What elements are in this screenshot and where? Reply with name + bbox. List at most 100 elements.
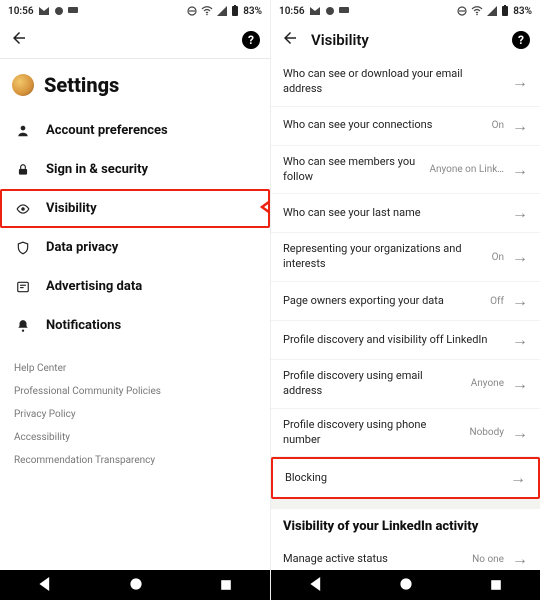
footer-accessibility[interactable]: Accessibility bbox=[14, 426, 256, 449]
row-value: No one bbox=[472, 554, 504, 565]
menu-advertising-data[interactable]: Advertising data bbox=[0, 267, 270, 306]
notif-icon bbox=[339, 7, 349, 15]
nav-recent[interactable] bbox=[490, 576, 502, 595]
m-icon bbox=[38, 6, 50, 16]
chevron-right-icon: → bbox=[512, 116, 528, 136]
back-button[interactable] bbox=[281, 29, 299, 51]
android-navbar bbox=[271, 570, 540, 600]
row-value: Off bbox=[490, 296, 504, 307]
chevron-right-icon: → bbox=[512, 203, 528, 223]
row-page-export[interactable]: Page owners exporting your data Off → bbox=[271, 282, 540, 321]
row-value: On bbox=[492, 252, 504, 263]
bell-icon bbox=[14, 319, 32, 333]
row-value: Anyone on Link… bbox=[429, 164, 504, 175]
row-value: Nobody bbox=[469, 427, 504, 438]
row-value: On bbox=[492, 120, 504, 131]
chevron-right-icon: → bbox=[512, 374, 528, 394]
clock-text: 10:56 bbox=[8, 6, 34, 17]
phone-right: 10:56 83% Visibility ? Who can see or do… bbox=[270, 0, 540, 600]
shield-icon bbox=[14, 241, 32, 255]
footer-recommendation-transparency[interactable]: Recommendation Transparency bbox=[14, 449, 256, 472]
chevron-right-icon: → bbox=[512, 423, 528, 443]
section-gap bbox=[271, 499, 540, 509]
chevron-right-icon: → bbox=[512, 247, 528, 267]
chevron-right-icon: → bbox=[512, 330, 528, 350]
row-members-follow[interactable]: Who can see members you follow Anyone on… bbox=[271, 146, 540, 195]
row-label: Who can see members you follow bbox=[283, 155, 421, 185]
visibility-list: Who can see or download your email addre… bbox=[271, 58, 540, 570]
help-button[interactable]: ? bbox=[512, 31, 530, 49]
chat-icon bbox=[325, 6, 335, 16]
page-title: Settings bbox=[44, 73, 119, 97]
battery-icon bbox=[231, 5, 239, 17]
annotation-arrow bbox=[260, 192, 270, 226]
chevron-right-icon: → bbox=[512, 72, 528, 92]
row-label: Who can see your connections bbox=[283, 118, 484, 133]
row-label: Profile discovery and visibility off Lin… bbox=[283, 333, 504, 348]
row-discovery-off-linkedin[interactable]: Profile discovery and visibility off Lin… bbox=[271, 321, 540, 360]
row-blocking[interactable]: Blocking → bbox=[271, 457, 540, 499]
row-label: Blocking bbox=[285, 471, 502, 486]
dnd-icon bbox=[457, 6, 467, 16]
chevron-right-icon: → bbox=[512, 549, 528, 569]
page-title: Visibility bbox=[311, 31, 369, 49]
menu-notifications[interactable]: Notifications bbox=[0, 306, 270, 345]
menu-label: Notifications bbox=[46, 318, 121, 333]
battery-text: 83% bbox=[243, 6, 262, 17]
status-bar: 10:56 83% bbox=[0, 0, 270, 22]
row-email-address[interactable]: Who can see or download your email addre… bbox=[271, 58, 540, 107]
row-label: Who can see your last name bbox=[283, 206, 504, 221]
row-value: Anyone bbox=[471, 378, 504, 389]
row-label: Who can see or download your email addre… bbox=[283, 67, 504, 97]
dnd-icon bbox=[187, 6, 197, 16]
menu-visibility[interactable]: Visibility bbox=[0, 189, 270, 228]
nav-back[interactable] bbox=[309, 576, 323, 595]
help-button[interactable]: ? bbox=[242, 31, 260, 49]
row-organizations[interactable]: Representing your organizations and inte… bbox=[271, 233, 540, 282]
newspaper-icon bbox=[14, 280, 32, 294]
row-discovery-email[interactable]: Profile discovery using email address An… bbox=[271, 360, 540, 409]
m-icon bbox=[309, 6, 321, 16]
row-active-status[interactable]: Manage active status No one → bbox=[271, 540, 540, 570]
footer-help-center[interactable]: Help Center bbox=[14, 357, 256, 380]
row-last-name[interactable]: Who can see your last name → bbox=[271, 194, 540, 233]
menu-data-privacy[interactable]: Data privacy bbox=[0, 228, 270, 267]
row-label: Manage active status bbox=[283, 552, 464, 567]
chevron-right-icon: → bbox=[512, 160, 528, 180]
section-header: Visibility of your LinkedIn activity bbox=[271, 509, 540, 540]
footer-links: Help Center Professional Community Polic… bbox=[0, 349, 270, 484]
app-bar: ? bbox=[0, 22, 270, 58]
menu-label: Account preferences bbox=[46, 123, 168, 138]
row-connections[interactable]: Who can see your connections On → bbox=[271, 107, 540, 146]
menu-label: Data privacy bbox=[46, 240, 118, 255]
row-discovery-phone[interactable]: Profile discovery using phone number Nob… bbox=[271, 409, 540, 458]
row-label: Profile discovery using email address bbox=[283, 369, 463, 399]
battery-icon bbox=[501, 5, 509, 17]
menu-account-preferences[interactable]: Account preferences bbox=[0, 111, 270, 150]
android-navbar bbox=[0, 570, 270, 600]
lock-icon bbox=[14, 163, 32, 177]
signal-icon bbox=[217, 6, 227, 16]
nav-home[interactable] bbox=[399, 576, 413, 595]
phone-left: 10:56 83% ? Settings Accou bbox=[0, 0, 270, 600]
settings-header: Settings bbox=[0, 59, 270, 107]
row-label: Representing your organizations and inte… bbox=[283, 242, 484, 272]
eye-icon bbox=[14, 202, 32, 216]
person-icon bbox=[14, 124, 32, 138]
footer-privacy-policy[interactable]: Privacy Policy bbox=[14, 403, 256, 426]
footer-community-policies[interactable]: Professional Community Policies bbox=[14, 380, 256, 403]
nav-back[interactable] bbox=[38, 576, 52, 595]
status-bar: 10:56 83% bbox=[271, 0, 540, 22]
nav-home[interactable] bbox=[129, 576, 143, 595]
menu-signin-security[interactable]: Sign in & security bbox=[0, 150, 270, 189]
avatar[interactable] bbox=[12, 74, 34, 96]
menu-label: Visibility bbox=[46, 201, 97, 216]
signal-icon bbox=[487, 6, 497, 16]
wifi-icon bbox=[471, 6, 483, 16]
nav-recent[interactable] bbox=[220, 576, 232, 595]
chevron-right-icon: → bbox=[512, 291, 528, 311]
back-button[interactable] bbox=[10, 29, 28, 51]
menu-label: Advertising data bbox=[46, 279, 142, 294]
chevron-right-icon: → bbox=[510, 468, 526, 488]
clock-text: 10:56 bbox=[279, 6, 305, 17]
